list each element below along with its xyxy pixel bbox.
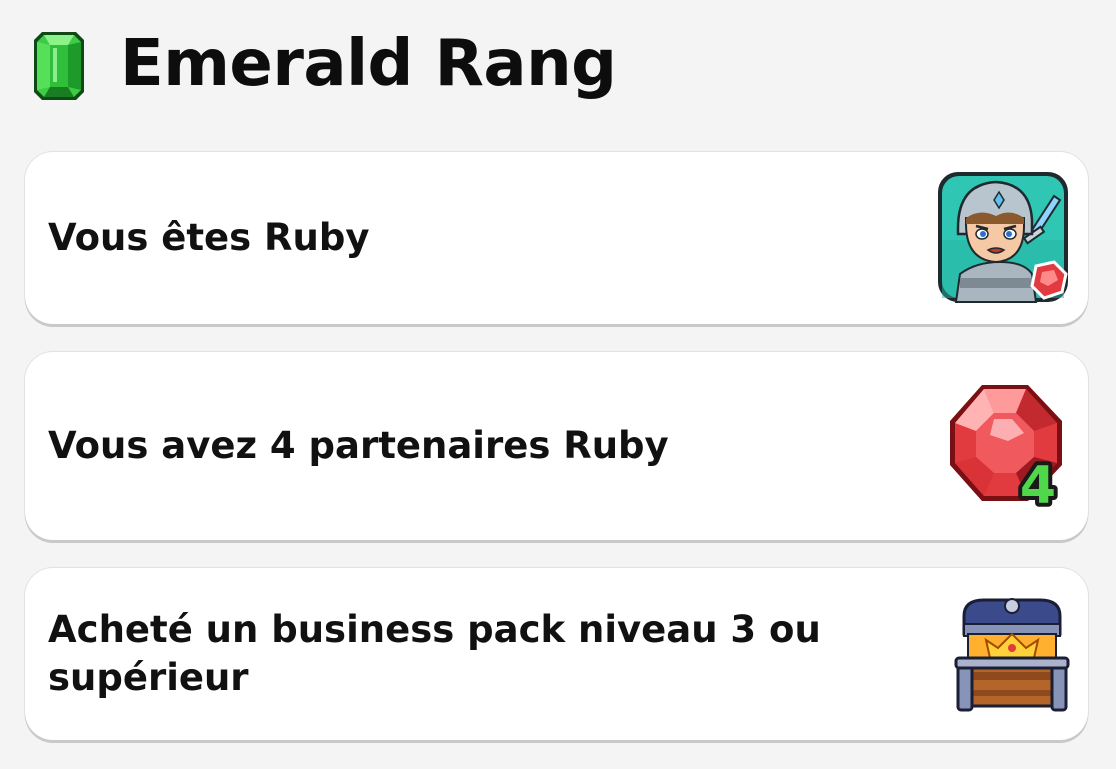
- requirement-card-business-pack: Acheté un business pack niveau 3 ou supé…: [25, 568, 1088, 740]
- rank-requirements-page: Emerald Rang Vous êtes Ruby Vous avez 4 …: [0, 0, 1116, 769]
- requirement-text: Vous êtes Ruby: [48, 216, 370, 259]
- ruby-gem-4-icon: 4 4: [950, 385, 1062, 513]
- treasure-chest-crown-icon: [954, 598, 1070, 712]
- rank-header: Emerald Rang: [32, 26, 617, 106]
- requirement-text: Acheté un business pack niveau 3 ou supé…: [48, 608, 821, 699]
- ruby-knight-icon: [938, 172, 1068, 303]
- svg-text:4: 4: [1020, 456, 1056, 513]
- emerald-gem-icon: [34, 32, 84, 100]
- page-title: Emerald Rang: [120, 27, 617, 101]
- requirement-card-ruby: Vous êtes Ruby: [25, 152, 1088, 324]
- requirement-text: Vous avez 4 partenaires Ruby: [48, 424, 669, 467]
- requirement-card-partners: Vous avez 4 partenaires Ruby 4 4: [25, 352, 1088, 540]
